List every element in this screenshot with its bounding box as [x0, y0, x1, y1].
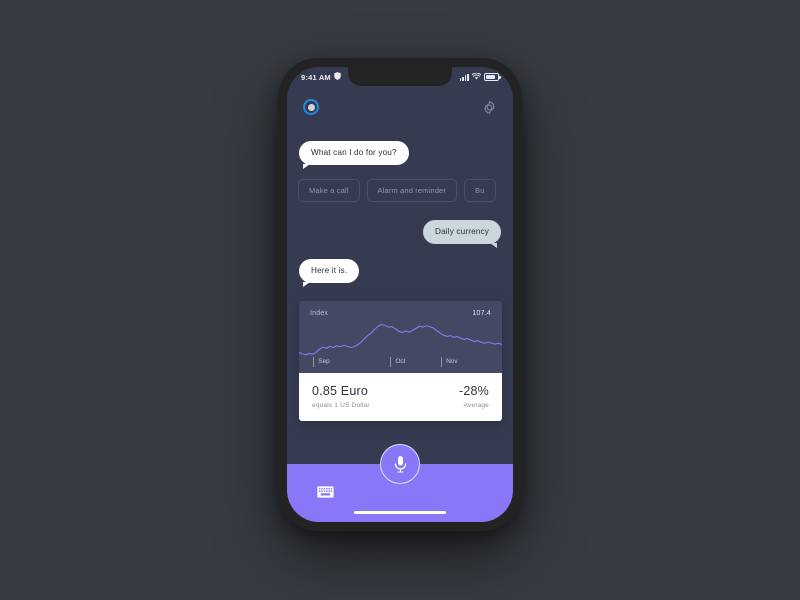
- suggestion-chips[interactable]: Make a call Alarm and reminder Bu: [298, 178, 501, 202]
- chart-value: 107.4: [472, 309, 491, 317]
- index-line-chart: [299, 323, 502, 355]
- currency-card[interactable]: Index 107.4 Sep Oct Nov 0.85 Euro equals…: [299, 300, 502, 421]
- suggestion-chip-alarm-and-reminder[interactable]: Alarm and reminder: [366, 178, 457, 202]
- axis-tick-sep: Sep: [313, 356, 330, 367]
- rate-column: 0.85 Euro equals 1 US Dollar: [312, 384, 370, 409]
- suggestion-chip-truncated[interactable]: Bu: [464, 178, 496, 202]
- wifi-icon: [471, 72, 482, 82]
- battery-icon: [484, 73, 501, 81]
- device-notch: [348, 67, 452, 86]
- rate-caption: equals 1 US Dollar: [312, 402, 370, 410]
- status-bar-right: [459, 72, 501, 82]
- assistant-reply-bubble: Here it is.: [299, 258, 360, 287]
- change-caption: Average: [463, 402, 489, 410]
- microphone-icon: [394, 455, 406, 472]
- status-bar-time: 9:41 AM: [301, 72, 331, 82]
- axis-tick-nov: Nov: [441, 356, 458, 367]
- gear-icon: [484, 100, 495, 114]
- assistant-reply-row: Here it is.: [299, 258, 501, 287]
- assistant-greeting-row: What can I do for you?: [299, 141, 501, 169]
- phone-frame: 9:41 AM What can I do for you? Make a ca…: [278, 58, 522, 531]
- keyboard-button[interactable]: [317, 485, 334, 498]
- home-indicator: [354, 510, 446, 514]
- assistant-orb-icon[interactable]: [303, 99, 319, 115]
- chart-x-axis: Sep Oct Nov: [299, 356, 502, 369]
- user-request-bubble: Daily currency: [423, 219, 501, 248]
- location-icon: [334, 72, 341, 82]
- settings-button[interactable]: [482, 100, 497, 115]
- conversation-area: What can I do for you? Make a call Alarm…: [287, 125, 513, 460]
- currency-info-panel: 0.85 Euro equals 1 US Dollar -28% Averag…: [299, 372, 502, 421]
- change-value: -28%: [459, 384, 489, 399]
- microphone-button[interactable]: [380, 444, 420, 484]
- bottom-bar: [287, 444, 513, 522]
- axis-tick-oct: Oct: [390, 356, 405, 367]
- assistant-greeting-bubble: What can I do for you?: [299, 141, 409, 169]
- signal-bars-icon: [459, 73, 469, 81]
- rate-value: 0.85 Euro: [312, 384, 369, 399]
- change-column: -28% Average: [459, 384, 489, 409]
- user-request-row: Daily currency: [299, 219, 501, 248]
- app-header: [287, 91, 513, 123]
- chart-panel: Index 107.4 Sep Oct Nov: [299, 300, 502, 373]
- suggestion-chip-make-a-call[interactable]: Make a call: [298, 178, 360, 202]
- phone-screen: 9:41 AM What can I do for you? Make a ca…: [287, 67, 513, 522]
- chart-title: Index: [310, 309, 329, 317]
- keyboard-icon: [317, 486, 334, 498]
- status-bar-left: 9:41 AM: [301, 72, 341, 82]
